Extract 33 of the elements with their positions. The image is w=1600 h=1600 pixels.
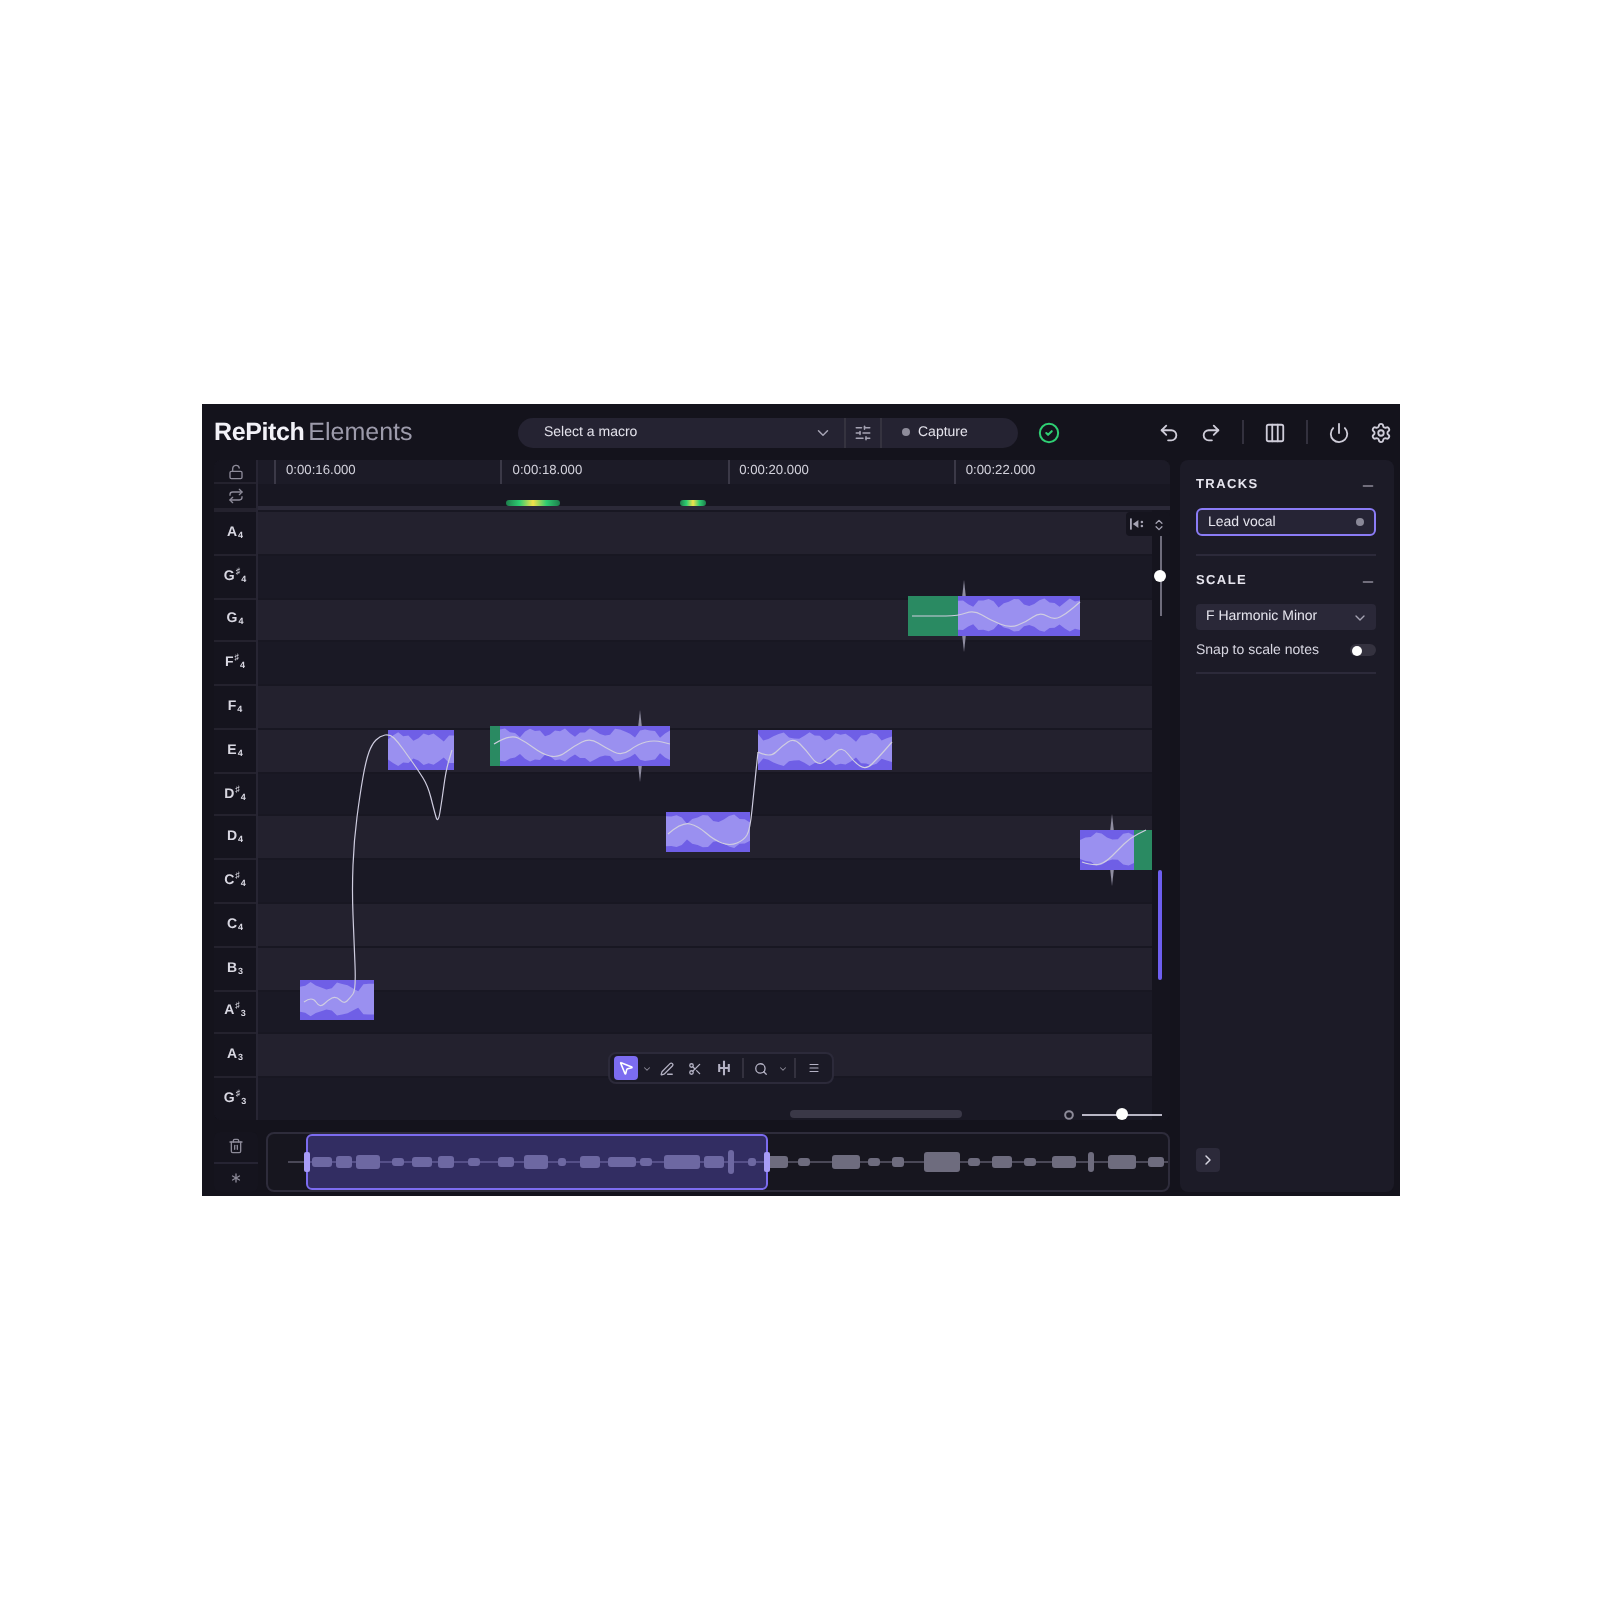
columns-icon[interactable] xyxy=(1264,421,1286,443)
status-dot-icon xyxy=(1356,518,1364,526)
pitch-curve xyxy=(1081,829,1147,866)
sliders-icon[interactable] xyxy=(854,423,872,441)
record-dot-icon xyxy=(902,428,910,436)
asterisk-icon[interactable] xyxy=(228,1169,244,1186)
note-block[interactable] xyxy=(1080,814,1152,886)
note-block[interactable] xyxy=(490,710,670,782)
selection-handle[interactable] xyxy=(304,1152,310,1172)
padlock-icon[interactable] xyxy=(227,463,243,479)
vertical-zoom-slider[interactable] xyxy=(1154,536,1166,616)
vertical-scrollbar[interactable] xyxy=(1158,870,1162,980)
circle-icon xyxy=(1064,1110,1074,1120)
brand-edition: Elements xyxy=(308,418,413,446)
selection-handle[interactable] xyxy=(764,1152,770,1172)
horizontal-zoom-slider[interactable] xyxy=(1082,1108,1162,1120)
redo-icon[interactable] xyxy=(1200,421,1222,443)
settings-icon[interactable] xyxy=(1370,421,1392,443)
chevron-right-icon xyxy=(1200,1152,1216,1168)
power-icon[interactable] xyxy=(1328,421,1350,443)
selection-region[interactable] xyxy=(306,1134,768,1190)
trash-icon[interactable] xyxy=(228,1138,244,1155)
undo-icon[interactable] xyxy=(1158,421,1180,443)
glow-marker xyxy=(506,500,560,506)
loop-icon[interactable] xyxy=(227,488,243,504)
glow-marker xyxy=(680,500,706,506)
horizontal-scrollbar[interactable] xyxy=(790,1110,962,1118)
up-down-icon[interactable] xyxy=(1152,517,1166,531)
check-circle-icon xyxy=(1038,421,1060,443)
snap-toggle[interactable] xyxy=(1350,644,1376,656)
brand-name: RePitch xyxy=(214,418,305,446)
fit-width-icon[interactable] xyxy=(1130,518,1144,530)
expand-button[interactable] xyxy=(1196,1148,1220,1172)
